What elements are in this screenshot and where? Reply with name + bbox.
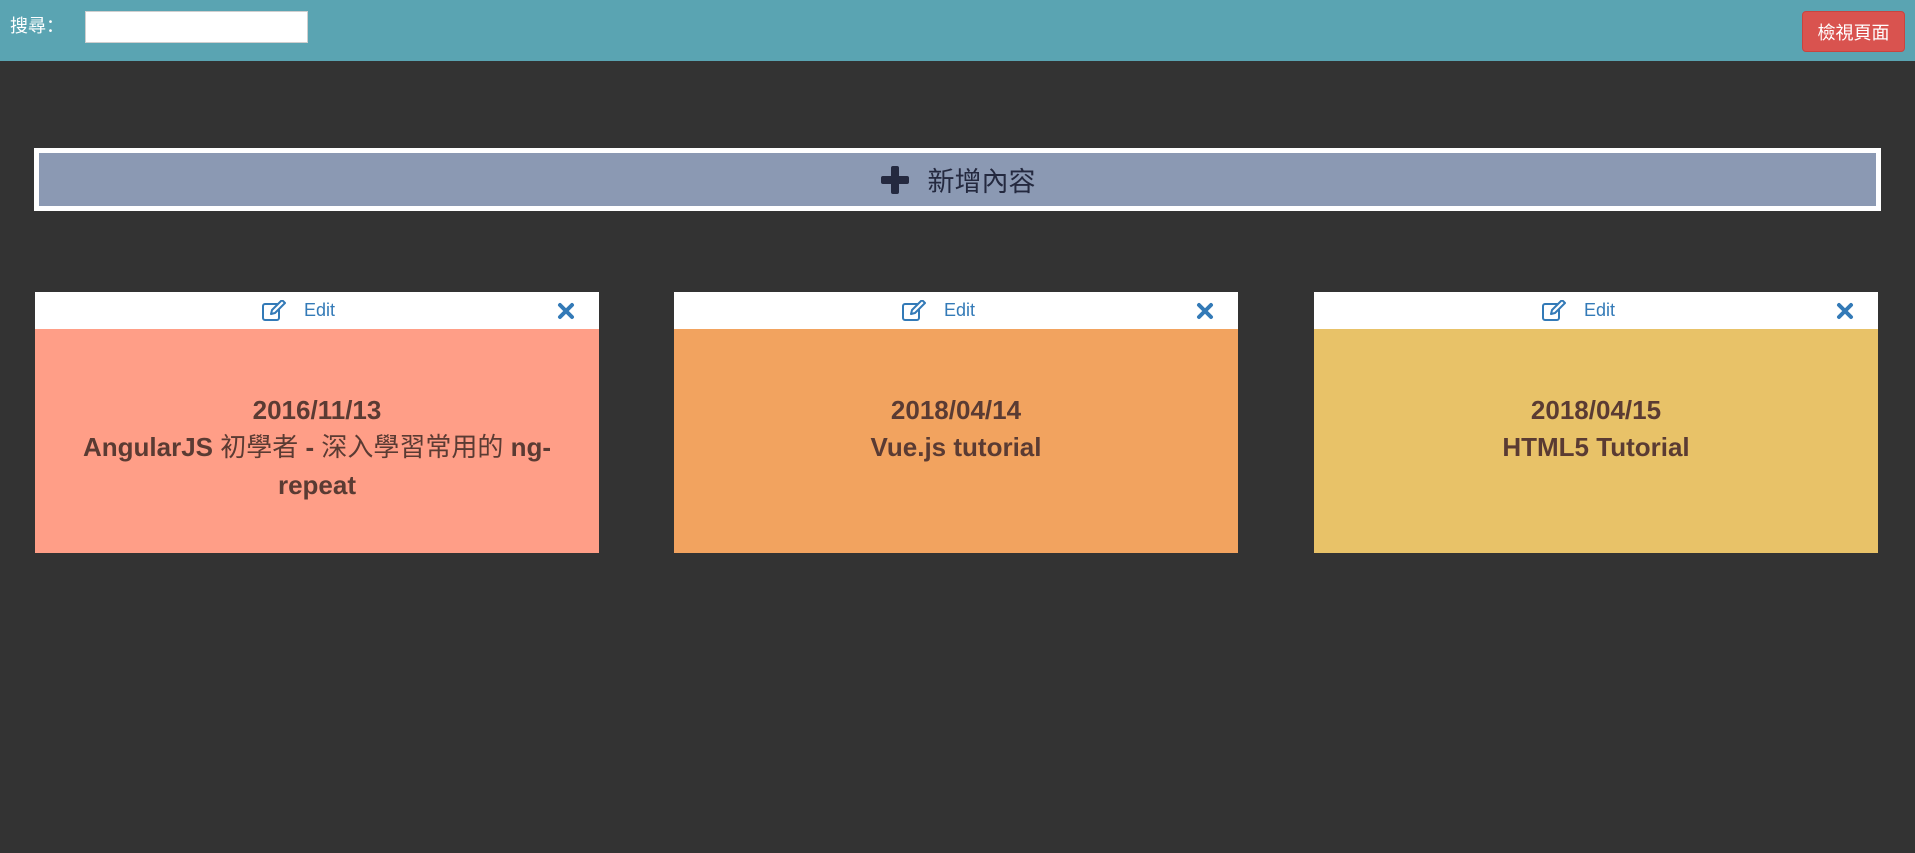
plus-icon bbox=[880, 165, 909, 194]
search-label: 搜尋： bbox=[10, 16, 64, 37]
card-date: 2018/04/14 bbox=[890, 395, 1022, 425]
card-title-part: - bbox=[298, 432, 322, 462]
search-input[interactable] bbox=[85, 11, 308, 43]
card-body: 2018/04/14 Vue.js tutorial bbox=[674, 329, 1238, 553]
card-header: Edit bbox=[674, 292, 1238, 329]
view-page-button[interactable]: 檢視頁面 bbox=[1802, 11, 1905, 52]
edit-icon bbox=[262, 299, 286, 321]
card-title-part: AngularJS bbox=[82, 432, 221, 462]
note-card: Edit 2016/11/13 AngularJS 初學者 - 深入學習常用的 … bbox=[35, 292, 599, 553]
card-date: 2018/04/15 bbox=[1530, 395, 1662, 425]
top-bar: 搜尋： 檢視頁面 bbox=[0, 0, 1915, 61]
add-content-label: 新增內容 bbox=[927, 167, 1036, 198]
edit-button[interactable]: Edit bbox=[902, 292, 975, 329]
close-icon[interactable] bbox=[1835, 301, 1855, 321]
edit-icon bbox=[902, 299, 926, 321]
card-body: 2018/04/15 HTML5 Tutorial bbox=[1314, 329, 1878, 553]
card-title: AngularJS 初學者 - 深入學習常用的 ng-repeat bbox=[65, 429, 569, 504]
card-title-part: 深入學習常用的 bbox=[321, 433, 504, 463]
close-icon[interactable] bbox=[556, 301, 576, 321]
edit-label: Edit bbox=[944, 300, 976, 320]
card-title: HTML5 Tutorial bbox=[1502, 432, 1690, 462]
card-title: Vue.js tutorial bbox=[870, 432, 1042, 462]
note-card: Edit 2018/04/14 Vue.js tutorial bbox=[674, 292, 1238, 553]
card-date: 2016/11/13 bbox=[252, 395, 382, 425]
add-content-button[interactable]: 新增內容 bbox=[39, 153, 1876, 206]
note-card: Edit 2018/04/15 HTML5 Tutorial bbox=[1314, 292, 1878, 553]
card-body: 2016/11/13 AngularJS 初學者 - 深入學習常用的 ng-re… bbox=[35, 329, 599, 553]
close-icon[interactable] bbox=[1195, 301, 1215, 321]
card-header: Edit bbox=[1314, 292, 1878, 329]
edit-button[interactable]: Edit bbox=[1542, 292, 1615, 329]
edit-label: Edit bbox=[1584, 300, 1616, 320]
card-header: Edit bbox=[35, 292, 599, 329]
edit-icon bbox=[1542, 299, 1566, 321]
card-title-part: 初學者 bbox=[220, 433, 299, 463]
add-content-panel: 新增內容 bbox=[34, 148, 1881, 211]
edit-button[interactable]: Edit bbox=[262, 292, 335, 329]
edit-label: Edit bbox=[304, 300, 336, 320]
